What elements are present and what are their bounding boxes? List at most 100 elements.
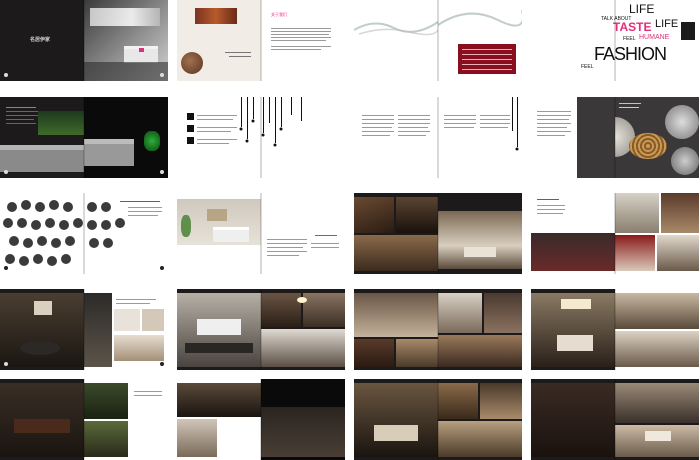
- page-marker: [4, 266, 8, 270]
- interior-photo: [615, 293, 699, 329]
- spread-splash: [354, 0, 522, 81]
- splash-right-page: [438, 0, 522, 81]
- text-left-page: [354, 97, 438, 178]
- bedroom2-left-page: [354, 379, 438, 460]
- interior-photo: [354, 197, 394, 233]
- page-marker: [160, 362, 164, 366]
- living-right-page: [261, 193, 345, 274]
- life-word-2: LIFE: [655, 18, 679, 30]
- spread-intro: 关于我们: [177, 0, 345, 81]
- interior-photo: [438, 383, 478, 419]
- ink-left-page: [177, 97, 261, 178]
- lounge2-right-page: [615, 379, 699, 460]
- spread-study: [0, 379, 168, 460]
- spread-lounge-2: [531, 379, 699, 460]
- study-left-page: [0, 379, 84, 460]
- caption-line: [225, 52, 251, 53]
- body-text-line: [271, 34, 329, 35]
- intro-heading: 关于我们: [271, 12, 287, 17]
- interior-photo: [438, 211, 522, 269]
- mask-faces-graphic: [3, 200, 83, 266]
- spread-text: [354, 97, 522, 178]
- rattan-ball-image: [181, 52, 203, 74]
- fold: [260, 97, 262, 178]
- bedroom-left-page: [531, 193, 615, 274]
- fold: [83, 379, 85, 460]
- interior-left-page: [354, 193, 438, 274]
- feel-text: FEEL: [623, 36, 636, 42]
- body-text-line: [271, 49, 321, 50]
- interior-photo: [114, 309, 140, 331]
- ink-right-page: [261, 97, 345, 178]
- page-marker: [4, 362, 8, 366]
- chandelier-left-page: [354, 289, 438, 370]
- page-marker: [160, 266, 164, 270]
- basket-photo: [577, 97, 615, 178]
- bedroom2-right-page: [438, 379, 522, 460]
- interior-photo: [661, 193, 699, 233]
- sofa-image: [0, 145, 84, 172]
- fold: [260, 289, 262, 370]
- interior-photo: [84, 383, 128, 419]
- caption-line: [229, 56, 251, 57]
- wall-art-photo: [195, 8, 237, 24]
- fold: [260, 379, 262, 460]
- fold: [83, 289, 85, 370]
- baskets-right-page: [615, 97, 699, 178]
- page-marker: [160, 170, 164, 174]
- fold: [437, 97, 439, 178]
- interior-photo: [615, 331, 699, 367]
- spread-lounge: [0, 289, 168, 370]
- interior-photo: [615, 235, 655, 271]
- life-word: LIFE: [629, 2, 655, 16]
- chandelier-right-page: [438, 289, 522, 370]
- interior-photo: [177, 419, 217, 457]
- sofa-image: [84, 139, 134, 166]
- lounge2-left-page: [531, 379, 615, 460]
- living-left-page: [177, 193, 261, 274]
- page-marker: [4, 73, 8, 77]
- spread-sofa: [0, 97, 168, 178]
- spread-suite: [531, 289, 699, 370]
- study-right-page: [84, 379, 168, 460]
- cover-front: [84, 0, 168, 81]
- water-splash-graphic: [354, 21, 438, 36]
- cover-floor: [84, 62, 168, 81]
- text-right-page: [438, 97, 522, 178]
- cover-back: 名居伊家: [0, 0, 84, 81]
- feel-text-2: FEEL: [581, 64, 594, 70]
- fold: [260, 0, 262, 81]
- ink-drip-graphic: [239, 97, 255, 143]
- brochure-spread-grid: 名居伊家 关于我们 TALK ABOUT LIFE TASTE LIFE FEE…: [0, 0, 700, 460]
- body-text-line: [271, 40, 326, 41]
- sofa-right-page: [84, 97, 168, 178]
- vertical-text-block: [681, 22, 695, 40]
- fold: [83, 97, 85, 178]
- interior-right-page: [438, 193, 522, 274]
- wall-frame: [207, 209, 227, 221]
- spread-bedroom: [531, 193, 699, 274]
- body-text-line: [271, 31, 331, 32]
- spread-masks: [0, 193, 168, 274]
- spread-cover: 名居伊家: [0, 0, 168, 81]
- bedroom-photo: [531, 233, 615, 271]
- suite-left-page: [531, 289, 615, 370]
- interior-photo: [303, 293, 345, 327]
- interior-photo: [438, 335, 522, 367]
- cover-pink-cushion: [139, 48, 144, 52]
- fold: [83, 193, 85, 274]
- dining-left-page: [177, 289, 261, 370]
- lounge-right-page: [84, 289, 168, 370]
- interior-photo: [438, 293, 482, 333]
- interior-photo: [261, 329, 345, 367]
- interior-photo: [84, 421, 128, 457]
- interior-photo: [84, 293, 112, 367]
- lounge-left-page: [0, 289, 84, 370]
- interior-photo: [396, 197, 438, 233]
- interior-photo: [261, 293, 301, 327]
- interior-photo: [615, 425, 699, 457]
- interior-photo: [177, 383, 261, 417]
- sofa-image: [213, 227, 249, 242]
- ink-drip-graphic: [512, 97, 519, 151]
- interior-photo: [354, 235, 438, 271]
